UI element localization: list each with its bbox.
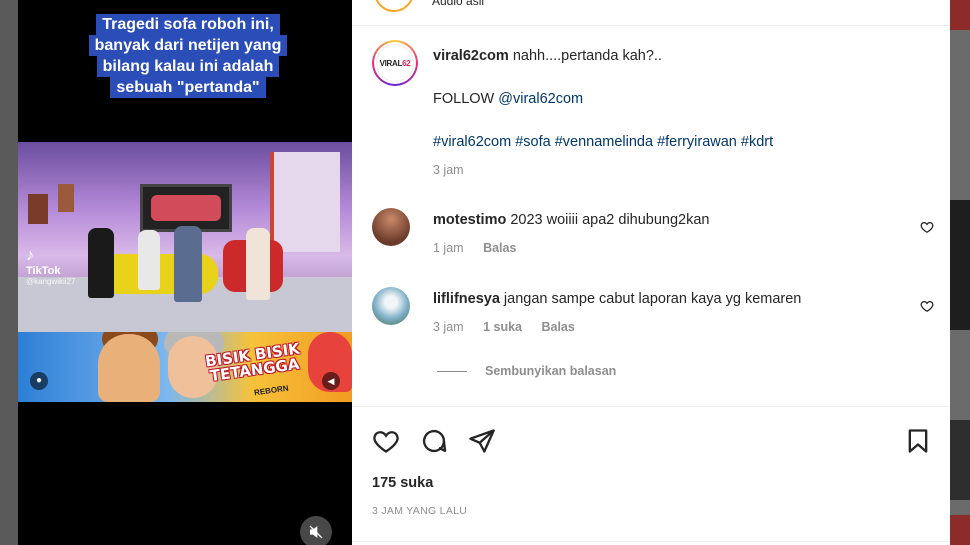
tiktok-icon: ♪ <box>26 247 34 264</box>
author-username[interactable]: viral62com <box>433 48 509 64</box>
post-detail-panel: Audio asli VIRAL 62 viral62com nahh....pe… <box>352 0 950 545</box>
reply-button[interactable]: Balas <box>541 320 574 334</box>
post-actions: 175 suka 3 JAM YANG LALU <box>352 406 950 545</box>
caption-text: nahh....pertanda kah?.. <box>512 48 662 64</box>
mute-icon <box>309 525 323 539</box>
share-icon[interactable] <box>468 427 496 455</box>
comment-like-count[interactable]: 1 suka <box>483 320 522 334</box>
audio-label: Audio asli <box>432 0 485 8</box>
tiktok-handle: @kangwikii27 <box>26 277 76 286</box>
caption-line: Tragedi sofa roboh ini, <box>96 14 280 35</box>
hide-replies-label: Sembunyikan balasan <box>485 364 617 378</box>
mute-button[interactable] <box>300 516 332 545</box>
tiktok-watermark: ♪ TikTok @kangwikii27 <box>26 247 75 286</box>
studio-scene: ♪ TikTok @kangwikii27 <box>18 142 352 332</box>
banner-subtitle: REBORN <box>253 383 290 398</box>
comment-text: 2023 woiiii apa2 dihubung2kan <box>510 212 710 228</box>
post-header-partial: Audio asli <box>352 0 950 26</box>
comment-username[interactable]: liflifnesya <box>433 291 500 307</box>
bookmark-icon[interactable] <box>904 427 932 455</box>
caption-line: bilang kalau ini adalah <box>96 56 280 77</box>
backdrop-right <box>950 0 970 545</box>
comment-icon[interactable] <box>420 427 448 455</box>
author-avatar[interactable]: VIRAL 62 <box>372 40 418 86</box>
comment-time: 1 jam <box>433 241 464 255</box>
follow-label: FOLLOW <box>433 91 495 107</box>
show-banner: BISIK BISIK TETANGGA REBORN ● ◀ <box>18 332 352 402</box>
comments-section: VIRAL 62 viral62com nahh....pertanda kah?… <box>352 26 950 406</box>
comment-text: jangan sampe cabut laporan kaya yg kemar… <box>503 291 802 307</box>
heart-icon[interactable] <box>372 427 400 455</box>
caption-time: 3 jam <box>433 163 464 177</box>
heart-icon[interactable] <box>920 299 934 313</box>
logo-accent: 62 <box>402 58 411 68</box>
hide-replies-button[interactable]: Sembunyikan balasan <box>437 364 616 378</box>
comment-time: 3 jam <box>433 320 464 334</box>
divider <box>352 541 950 542</box>
user-icon: ● <box>30 372 48 390</box>
like-count[interactable]: 175 suka <box>372 475 433 491</box>
backdrop-left <box>0 0 18 545</box>
sound-icon: ◀ <box>322 372 340 390</box>
post-video[interactable]: Tragedi sofa roboh ini, banyak dari neti… <box>18 0 352 545</box>
commenter-avatar[interactable] <box>372 208 410 246</box>
tiktok-label: TikTok <box>26 265 61 277</box>
reply-button[interactable]: Balas <box>483 241 516 255</box>
caption-line: banyak dari netijen yang <box>88 35 288 56</box>
follow-handle-link[interactable]: @viral62com <box>498 91 583 107</box>
video-caption-overlay: Tragedi sofa roboh ini, banyak dari neti… <box>68 14 308 98</box>
avatar[interactable] <box>374 0 414 12</box>
posted-time: 3 JAM YANG LALU <box>372 505 468 517</box>
caption-line: sebuah "pertanda" <box>110 77 266 98</box>
heart-icon[interactable] <box>920 220 934 234</box>
commenter-avatar[interactable] <box>372 287 410 325</box>
hashtags-link[interactable]: #viral62com #sofa #vennamelinda #ferryir… <box>433 134 773 150</box>
divider <box>437 370 467 372</box>
logo-text: VIRAL <box>379 58 403 68</box>
comment-username[interactable]: motestimo <box>433 212 506 228</box>
